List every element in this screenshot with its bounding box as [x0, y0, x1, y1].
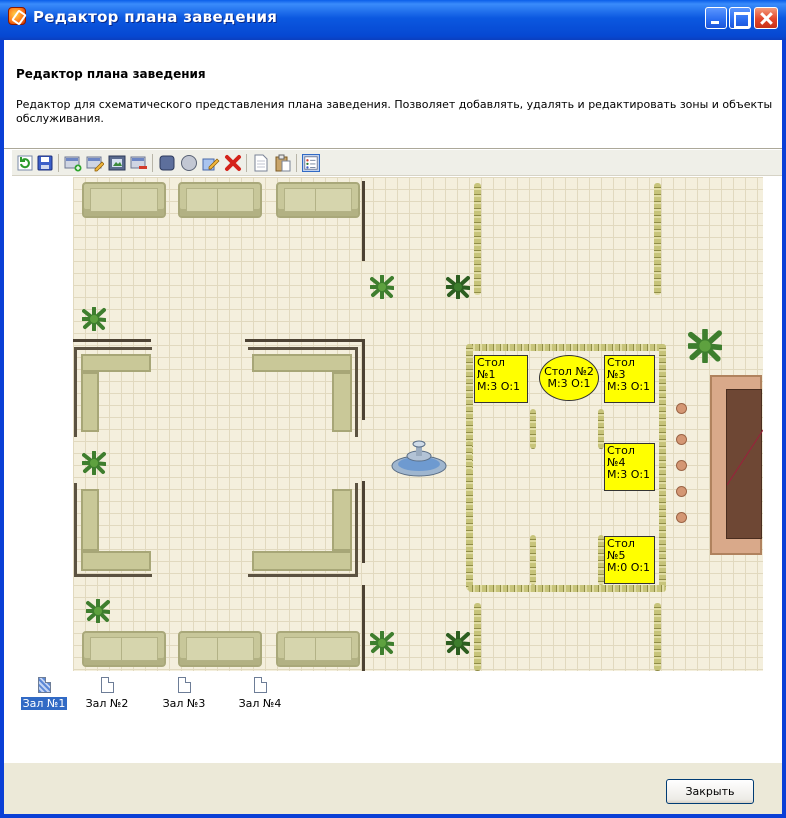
app-icon: [8, 7, 26, 25]
hedge: [654, 603, 661, 671]
hedge: [468, 585, 666, 592]
tab-label: Зал №2: [85, 697, 129, 710]
corner-sofa-icon[interactable]: [74, 483, 152, 577]
dialog-body: Редактор плана заведения Редактор для сх…: [4, 40, 782, 814]
page-title: Редактор плана заведения: [16, 67, 206, 81]
sofa-icon[interactable]: [82, 182, 166, 218]
tab-label: Зал №4: [238, 697, 282, 710]
toolbar-separator: [296, 154, 297, 172]
plant-icon[interactable]: [445, 630, 471, 656]
header-divider: [4, 148, 782, 149]
rect-table-icon[interactable]: [158, 154, 176, 172]
table-3[interactable]: Стол №3 М:3 О:1: [604, 355, 655, 403]
tab-hall-2[interactable]: Зал №2: [81, 677, 133, 710]
paste-icon[interactable]: [274, 154, 292, 172]
hedge: [474, 603, 481, 671]
toolbar-separator: [152, 154, 153, 172]
sofa-icon[interactable]: [178, 631, 262, 667]
corner-sofa-icon[interactable]: [248, 347, 358, 437]
title-bar[interactable]: Редактор плана заведения: [0, 0, 786, 40]
table-4[interactable]: Стол №4 М:3 О:1: [604, 443, 655, 491]
fountain-icon[interactable]: [390, 436, 448, 478]
hedge: [468, 344, 666, 351]
wall: [362, 340, 365, 420]
corner-sofa-icon[interactable]: [74, 347, 152, 437]
app-window: Редактор плана заведения Редактор плана …: [0, 0, 786, 818]
wall: [73, 339, 151, 342]
maximize-button[interactable]: [729, 7, 751, 29]
edit-object-icon[interactable]: [202, 154, 220, 172]
floor-plan-canvas[interactable]: Стол №1 М:3 О:1 Стол №2 М:3 О:1 Стол №3 …: [12, 177, 782, 671]
round-table-icon[interactable]: [180, 154, 198, 172]
table-1[interactable]: Стол №1 М:3 О:1: [474, 355, 528, 403]
copy-icon[interactable]: [252, 154, 270, 172]
hedge: [530, 535, 536, 585]
tab-hall-3[interactable]: Зал №3: [158, 677, 210, 710]
toolbar-separator: [246, 154, 247, 172]
plant-icon[interactable]: [369, 630, 395, 656]
sofa-icon[interactable]: [178, 182, 262, 218]
hedge: [530, 409, 536, 449]
edit-zone-icon[interactable]: [86, 154, 105, 172]
delete-zone-icon[interactable]: [130, 154, 148, 172]
tab-label: Зал №1: [20, 697, 68, 710]
minimize-button[interactable]: [705, 7, 727, 29]
editor-toolbar: [12, 150, 782, 176]
document-icon: [177, 677, 191, 693]
hedge: [466, 441, 472, 471]
plant-icon[interactable]: [369, 274, 395, 300]
sofa-icon[interactable]: [276, 631, 360, 667]
zone-background-icon[interactable]: [108, 154, 126, 172]
corner-sofa-icon[interactable]: [248, 483, 358, 577]
tab-hall-1[interactable]: Зал №1: [18, 677, 70, 710]
wall: [362, 585, 365, 671]
save-icon[interactable]: [36, 154, 54, 172]
plant-icon[interactable]: [686, 327, 724, 365]
hedge: [659, 344, 666, 590]
bar-stool[interactable]: [676, 486, 687, 497]
sofa-icon[interactable]: [82, 631, 166, 667]
document-icon: [37, 677, 51, 693]
add-zone-icon[interactable]: [64, 154, 82, 172]
bar-stool[interactable]: [676, 512, 687, 523]
hall-tabs: Зал №1 Зал №2 Зал №3 Зал №4: [12, 671, 782, 749]
toolbar-separator: [58, 154, 59, 172]
plant-icon[interactable]: [85, 598, 111, 624]
delete-object-icon[interactable]: [224, 154, 242, 172]
document-icon: [253, 677, 267, 693]
document-icon: [100, 677, 114, 693]
window-title: Редактор плана заведения: [33, 8, 278, 26]
hedge: [654, 183, 661, 295]
wall: [245, 339, 365, 342]
hedge: [474, 183, 481, 295]
refresh-icon[interactable]: [16, 154, 34, 172]
plant-icon[interactable]: [81, 450, 107, 476]
tab-hall-4[interactable]: Зал №4: [234, 677, 286, 710]
properties-icon[interactable]: [302, 154, 320, 172]
wall: [362, 181, 365, 261]
plant-icon[interactable]: [81, 306, 107, 332]
page-description: Редактор для схематического представлени…: [16, 98, 773, 125]
bar-stool[interactable]: [676, 460, 687, 471]
bar-stool[interactable]: [676, 434, 687, 445]
wall: [362, 481, 365, 563]
bar-counter[interactable]: [710, 375, 764, 555]
sofa-icon[interactable]: [276, 182, 360, 218]
table-5[interactable]: Стол №5 М:0 О:1: [604, 536, 655, 584]
bar-stool[interactable]: [676, 403, 687, 414]
tab-label: Зал №3: [162, 697, 206, 710]
plant-icon[interactable]: [445, 274, 471, 300]
table-2[interactable]: Стол №2 М:3 О:1: [539, 355, 599, 401]
close-button[interactable]: Закрыть: [666, 779, 754, 804]
close-window-button[interactable]: [754, 7, 778, 29]
